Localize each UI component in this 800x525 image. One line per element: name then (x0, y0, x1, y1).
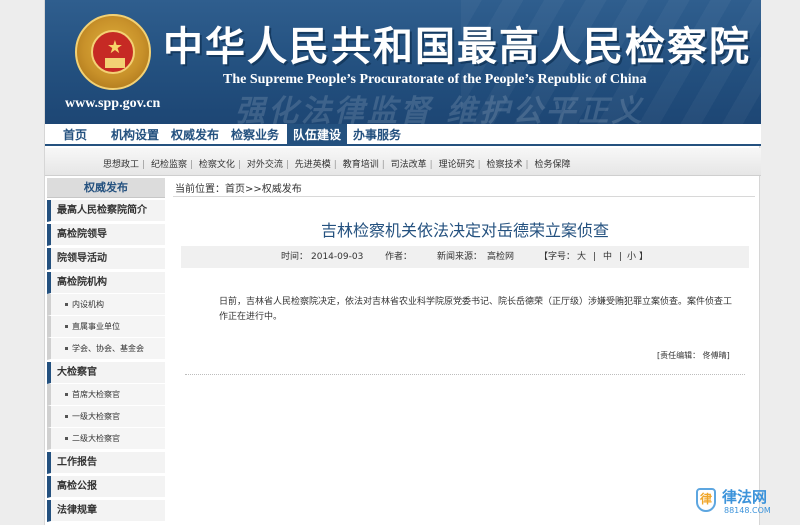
sidebar-subitem-associations[interactable]: 学会、协会、基金会 (47, 338, 165, 360)
sub-nav-separator: | (525, 160, 529, 170)
breadcrumb-divider (173, 196, 755, 197)
meta-font-size-label: 【字号： (539, 252, 576, 262)
font-size-separator: | (619, 252, 623, 262)
sidebar-subitem-first-grade[interactable]: 一级大检察官 (47, 406, 165, 428)
watermark-logo: 律 律法网 88148.COM (696, 486, 796, 520)
sidebar-subitem-label: 学会、协会、基金会 (72, 344, 144, 353)
main-nav-releases[interactable]: 权威发布 (165, 124, 225, 146)
sidebar-item-work-report[interactable]: 工作报告 (47, 452, 165, 474)
sidebar-subitem-label: 内设机构 (72, 300, 104, 309)
sidebar-item-leader-activities[interactable]: 院领导活动 (47, 248, 165, 270)
sub-nav-item[interactable]: 对外交流 (247, 160, 283, 170)
sidebar-item-leaders[interactable]: 高检院领导 (47, 224, 165, 246)
sub-nav-item[interactable]: 检务保障 (534, 160, 570, 170)
main-nav-team-building[interactable]: 队伍建设 (287, 124, 348, 146)
watermark-name: 律法网 (722, 488, 768, 506)
sidebar-subitem-affiliated[interactable]: 直属事业单位 (47, 316, 165, 338)
main-nav: 首页 机构设置 权威发布 检察业务 队伍建设 办事服务 (45, 124, 761, 146)
sidebar-item-institutions[interactable]: 高检院机构 (47, 272, 165, 294)
banner-slogan: 强化法律监督 维护公平正义 (235, 94, 645, 124)
page-frame: ★ 中华人民共和国最高人民检察院 The Supreme People’s Pr… (44, 0, 761, 525)
font-size-separator: | (593, 252, 597, 262)
sub-nav-item[interactable]: 纪检监察 (151, 160, 187, 170)
sidebar-item-spp-intro[interactable]: 最高人民检察院简介 (47, 200, 165, 222)
sub-nav-separator: | (477, 160, 481, 170)
sidebar-subitem-label: 二级大检察官 (72, 434, 120, 443)
sub-nav-item[interactable]: 检察文化 (199, 160, 235, 170)
meta-source: 高检网 (487, 252, 515, 262)
sub-nav-item[interactable]: 思想政工 (103, 160, 139, 170)
sub-nav-item[interactable]: 教育培训 (343, 160, 379, 170)
main-nav-services[interactable]: 办事服务 (347, 124, 407, 146)
sub-nav-separator: | (333, 160, 337, 170)
bullet-icon (65, 325, 68, 328)
sub-nav-separator: | (285, 160, 289, 170)
national-emblem-icon: ★ (75, 14, 151, 90)
sub-nav-item[interactable]: 先进英模 (295, 160, 331, 170)
sidebar-item-bulletin[interactable]: 高检公报 (47, 476, 165, 498)
sub-nav-separator: | (189, 160, 193, 170)
article-title: 吉林检察机关依法决定对岳德荣立案侦查 (320, 221, 609, 240)
sidebar-subitem-label: 直属事业单位 (72, 322, 120, 331)
sub-nav-separator: | (381, 160, 385, 170)
meta-font-size-end: 】 (639, 252, 649, 262)
sidebar-item-procurators[interactable]: 大检察官 (47, 362, 165, 384)
font-size-medium-link[interactable]: 中 (603, 246, 612, 268)
sub-nav-separator: | (142, 160, 146, 170)
site-url[interactable]: www.spp.gov.cn (65, 96, 160, 112)
article-meta: 时间： 2014-09-03 作者： 新闻来源： 高检网 【字号： 大 | 中 … (181, 246, 749, 268)
bullet-icon (65, 393, 68, 396)
meta-time-label: 时间： (281, 252, 309, 262)
main-nav-organization[interactable]: 机构设置 (105, 124, 165, 146)
emblem-star-icon: ★ (106, 37, 124, 58)
sidebar-subitem-internal[interactable]: 内设机构 (47, 294, 165, 316)
responsible-editor: [责任编辑： 佟傅晴] (657, 351, 730, 360)
site-title-cn: 中华人民共和国最高人民检察院 (163, 23, 751, 70)
sidebar-heading[interactable]: 权威发布 (47, 178, 165, 198)
font-size-large-link[interactable]: 大 (577, 246, 586, 268)
site-banner: ★ 中华人民共和国最高人民检察院 The Supreme People’s Pr… (45, 0, 761, 124)
sub-nav-item[interactable]: 司法改革 (391, 160, 427, 170)
bullet-icon (65, 415, 68, 418)
sidebar-item-laws[interactable]: 法律规章 (47, 500, 165, 522)
sub-nav-item[interactable]: 理论研究 (439, 160, 475, 170)
article-body: 日前，吉林省人民检察院决定，依法对吉林省农业科学院原党委书记、院长岳德荣（正厅级… (219, 297, 733, 322)
sidebar-subitem-chief[interactable]: 首席大检察官 (47, 384, 165, 406)
bullet-icon (65, 437, 68, 440)
sub-nav: 思想政工 | 纪检监察 | 检察文化 | 对外交流 | 先进英模 | 教育培训 | 司法改革… (45, 148, 761, 176)
breadcrumb: 当前位置：首页>>权威发布 (175, 184, 302, 195)
sub-nav-item[interactable]: 检察技术 (487, 160, 523, 170)
sub-nav-separator: | (429, 160, 433, 170)
left-sidebar: 权威发布 最高人民检察院简介 高检院领导 院领导活动 高检院机构 内设机构 直属… (47, 178, 165, 522)
sub-nav-row: 思想政工 | 纪检监察 | 检察文化 | 对外交流 | 先进英模 | 教育培训 | 司法改革… (103, 157, 570, 170)
shield-icon: 律 (696, 488, 716, 512)
article-end-divider (185, 374, 745, 375)
watermark-url: 88148.COM (724, 506, 771, 515)
meta-source-label: 新闻来源： (437, 252, 483, 262)
sidebar-subitem-label: 一级大检察官 (72, 412, 120, 421)
main-nav-business[interactable]: 检察业务 (225, 124, 285, 146)
sub-nav-separator: | (237, 160, 241, 170)
emblem-gate-icon (105, 58, 125, 68)
bullet-icon (65, 303, 68, 306)
font-size-small-link[interactable]: 小 (627, 246, 636, 268)
sidebar-subitem-second-grade[interactable]: 二级大检察官 (47, 428, 165, 450)
emblem-center: ★ (91, 30, 135, 74)
meta-time: 2014-09-03 (311, 252, 364, 262)
main-nav-home[interactable]: 首页 (57, 124, 93, 146)
bullet-icon (65, 347, 68, 350)
sidebar-subitem-label: 首席大检察官 (72, 390, 120, 399)
meta-author-label: 作者： (385, 252, 413, 262)
